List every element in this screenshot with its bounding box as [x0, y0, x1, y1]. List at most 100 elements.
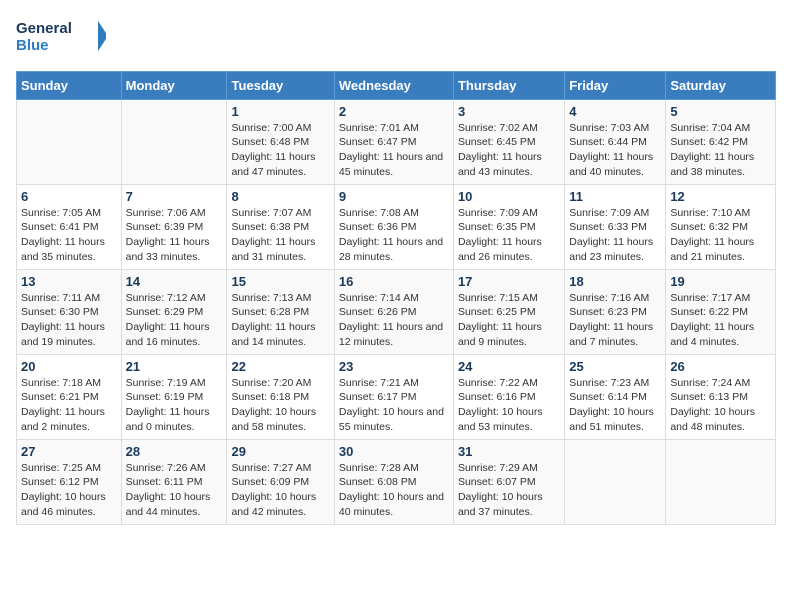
- svg-text:General: General: [16, 20, 72, 37]
- day-number: 21: [126, 359, 223, 374]
- day-number: 14: [126, 274, 223, 289]
- day-number: 28: [126, 444, 223, 459]
- weekday-header-sunday: Sunday: [17, 71, 122, 99]
- day-info: Sunrise: 7:17 AMSunset: 6:22 PMDaylight:…: [670, 291, 771, 350]
- day-number: 11: [569, 189, 661, 204]
- calendar-cell: 30 Sunrise: 7:28 AMSunset: 6:08 PMDayligh…: [334, 439, 453, 524]
- day-info: Sunrise: 7:08 AMSunset: 6:36 PMDaylight:…: [339, 206, 449, 265]
- day-info: Sunrise: 7:15 AMSunset: 6:25 PMDaylight:…: [458, 291, 560, 350]
- weekday-header-wednesday: Wednesday: [334, 71, 453, 99]
- calendar-cell: 10Sunrise: 7:09 AMSunset: 6:35 PMDayligh…: [453, 184, 564, 269]
- day-info: Sunrise: 7:26 AMSunset: 6:11 PMDaylight:…: [126, 461, 223, 520]
- week-row-4: 20Sunrise: 7:18 AMSunset: 6:21 PMDayligh…: [17, 354, 776, 439]
- day-info: Sunrise: 7:10 AMSunset: 6:32 PMDaylight:…: [670, 206, 771, 265]
- calendar-table: SundayMondayTuesdayWednesdayThursdayFrid…: [16, 71, 776, 525]
- day-number: 30: [339, 444, 449, 459]
- calendar-cell: [17, 99, 122, 184]
- day-info: Sunrise: 7:09 AMSunset: 6:35 PMDaylight:…: [458, 206, 560, 265]
- day-number: 12: [670, 189, 771, 204]
- logo-container: General Blue: [16, 16, 106, 61]
- weekday-header-monday: Monday: [121, 71, 227, 99]
- day-info: Sunrise: 7:16 AMSunset: 6:23 PMDaylight:…: [569, 291, 661, 350]
- calendar-cell: 19 Sunrise: 7:17 AMSunset: 6:22 PMDayligh…: [666, 269, 776, 354]
- weekday-header-saturday: Saturday: [666, 71, 776, 99]
- calendar-cell: 29 Sunrise: 7:27 AMSunset: 6:09 PMDayligh…: [227, 439, 334, 524]
- day-number: 7: [126, 189, 223, 204]
- calendar-cell: 17Sunrise: 7:15 AMSunset: 6:25 PMDayligh…: [453, 269, 564, 354]
- calendar-cell: 8 Sunrise: 7:07 AMSunset: 6:38 PMDaylight…: [227, 184, 334, 269]
- day-number: 24: [458, 359, 560, 374]
- week-row-3: 13 Sunrise: 7:11 AMSunset: 6:30 PMDayligh…: [17, 269, 776, 354]
- day-number: 31: [458, 444, 560, 459]
- day-number: 23: [339, 359, 449, 374]
- calendar-cell: 15Sunrise: 7:13 AMSunset: 6:28 PMDayligh…: [227, 269, 334, 354]
- calendar-cell: [666, 439, 776, 524]
- day-number: 16: [339, 274, 449, 289]
- calendar-cell: 21 Sunrise: 7:19 AMSunset: 6:19 PMDayligh…: [121, 354, 227, 439]
- day-info: Sunrise: 7:24 AMSunset: 6:13 PMDaylight:…: [670, 376, 771, 435]
- day-info: Sunrise: 7:00 AMSunset: 6:48 PMDaylight:…: [231, 121, 329, 180]
- day-info: Sunrise: 7:20 AMSunset: 6:18 PMDaylight:…: [231, 376, 329, 435]
- logo: General Blue: [16, 16, 106, 61]
- day-number: 15: [231, 274, 329, 289]
- day-number: 3: [458, 104, 560, 119]
- calendar-cell: 28 Sunrise: 7:26 AMSunset: 6:11 PMDayligh…: [121, 439, 227, 524]
- calendar-cell: 1Sunrise: 7:00 AMSunset: 6:48 PMDaylight…: [227, 99, 334, 184]
- calendar-cell: 3 Sunrise: 7:02 AMSunset: 6:45 PMDaylight…: [453, 99, 564, 184]
- weekday-header-friday: Friday: [565, 71, 666, 99]
- day-number: 6: [21, 189, 117, 204]
- day-number: 29: [231, 444, 329, 459]
- calendar-cell: 7Sunrise: 7:06 AMSunset: 6:39 PMDaylight…: [121, 184, 227, 269]
- calendar-cell: 16Sunrise: 7:14 AMSunset: 6:26 PMDayligh…: [334, 269, 453, 354]
- day-number: 18: [569, 274, 661, 289]
- logo-svg: General Blue: [16, 16, 106, 56]
- day-info: Sunrise: 7:28 AMSunset: 6:08 PMDaylight:…: [339, 461, 449, 520]
- day-info: Sunrise: 7:11 AMSunset: 6:30 PMDaylight:…: [21, 291, 117, 350]
- day-info: Sunrise: 7:02 AMSunset: 6:45 PMDaylight:…: [458, 121, 560, 180]
- calendar-cell: 26 Sunrise: 7:24 AMSunset: 6:13 PMDayligh…: [666, 354, 776, 439]
- calendar-cell: 12 Sunrise: 7:10 AMSunset: 6:32 PMDayligh…: [666, 184, 776, 269]
- calendar-cell: 13 Sunrise: 7:11 AMSunset: 6:30 PMDayligh…: [17, 269, 122, 354]
- svg-text:Blue: Blue: [16, 37, 49, 54]
- calendar-cell: [121, 99, 227, 184]
- weekday-header-row: SundayMondayTuesdayWednesdayThursdayFrid…: [17, 71, 776, 99]
- day-info: Sunrise: 7:07 AMSunset: 6:38 PMDaylight:…: [231, 206, 329, 265]
- day-info: Sunrise: 7:22 AMSunset: 6:16 PMDaylight:…: [458, 376, 560, 435]
- calendar-cell: 23Sunrise: 7:21 AMSunset: 6:17 PMDayligh…: [334, 354, 453, 439]
- day-number: 22: [231, 359, 329, 374]
- calendar-cell: 2Sunrise: 7:01 AMSunset: 6:47 PMDaylight…: [334, 99, 453, 184]
- day-number: 19: [670, 274, 771, 289]
- day-info: Sunrise: 7:25 AMSunset: 6:12 PMDaylight:…: [21, 461, 117, 520]
- day-info: Sunrise: 7:23 AMSunset: 6:14 PMDaylight:…: [569, 376, 661, 435]
- day-number: 8: [231, 189, 329, 204]
- calendar-cell: [565, 439, 666, 524]
- calendar-cell: 4 Sunrise: 7:03 AMSunset: 6:44 PMDaylight…: [565, 99, 666, 184]
- day-info: Sunrise: 7:05 AMSunset: 6:41 PMDaylight:…: [21, 206, 117, 265]
- day-number: 25: [569, 359, 661, 374]
- day-info: Sunrise: 7:18 AMSunset: 6:21 PMDaylight:…: [21, 376, 117, 435]
- day-number: 27: [21, 444, 117, 459]
- page-header: General Blue: [16, 16, 776, 61]
- calendar-cell: 18 Sunrise: 7:16 AMSunset: 6:23 PMDayligh…: [565, 269, 666, 354]
- day-number: 9: [339, 189, 449, 204]
- day-number: 5: [670, 104, 771, 119]
- day-number: 26: [670, 359, 771, 374]
- day-number: 4: [569, 104, 661, 119]
- calendar-cell: 27 Sunrise: 7:25 AMSunset: 6:12 PMDayligh…: [17, 439, 122, 524]
- week-row-5: 27 Sunrise: 7:25 AMSunset: 6:12 PMDayligh…: [17, 439, 776, 524]
- calendar-cell: 9 Sunrise: 7:08 AMSunset: 6:36 PMDaylight…: [334, 184, 453, 269]
- day-info: Sunrise: 7:09 AMSunset: 6:33 PMDaylight:…: [569, 206, 661, 265]
- day-info: Sunrise: 7:03 AMSunset: 6:44 PMDaylight:…: [569, 121, 661, 180]
- day-number: 2: [339, 104, 449, 119]
- weekday-header-tuesday: Tuesday: [227, 71, 334, 99]
- day-info: Sunrise: 7:04 AMSunset: 6:42 PMDaylight:…: [670, 121, 771, 180]
- week-row-2: 6 Sunrise: 7:05 AMSunset: 6:41 PMDaylight…: [17, 184, 776, 269]
- day-info: Sunrise: 7:19 AMSunset: 6:19 PMDaylight:…: [126, 376, 223, 435]
- day-number: 13: [21, 274, 117, 289]
- day-info: Sunrise: 7:12 AMSunset: 6:29 PMDaylight:…: [126, 291, 223, 350]
- calendar-cell: 11 Sunrise: 7:09 AMSunset: 6:33 PMDayligh…: [565, 184, 666, 269]
- calendar-cell: 20Sunrise: 7:18 AMSunset: 6:21 PMDayligh…: [17, 354, 122, 439]
- calendar-cell: 5 Sunrise: 7:04 AMSunset: 6:42 PMDaylight…: [666, 99, 776, 184]
- day-info: Sunrise: 7:27 AMSunset: 6:09 PMDaylight:…: [231, 461, 329, 520]
- calendar-cell: 22 Sunrise: 7:20 AMSunset: 6:18 PMDayligh…: [227, 354, 334, 439]
